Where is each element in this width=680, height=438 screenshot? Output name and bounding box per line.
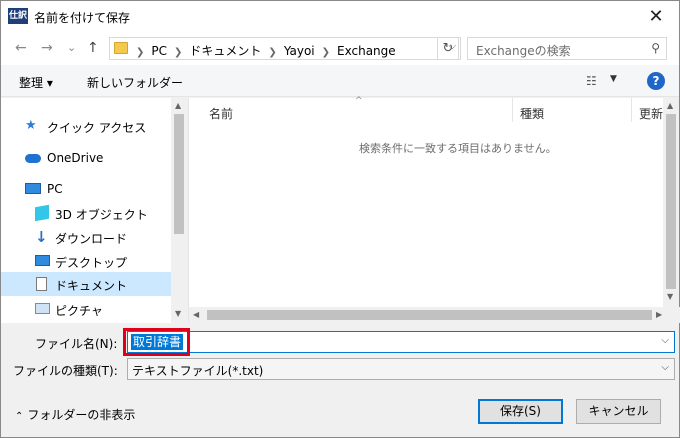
desktop-icon (35, 255, 50, 266)
app-icon: 仕訳 (8, 8, 28, 24)
breadcrumb-exchange[interactable]: Exchange (337, 44, 396, 58)
column-divider[interactable] (631, 98, 632, 122)
file-list-horizontal-scrollbar[interactable]: ◀ ▶ (189, 307, 680, 323)
file-list: ^ 名前 種類 更新 検索条件に一致する項目はありません。 ▲ ▼ ◀ ▶ (188, 96, 680, 323)
chevron-right-icon: ❯ (268, 47, 277, 58)
file-list-vertical-scrollbar[interactable]: ▲ ▼ (663, 98, 679, 307)
sidebar-item-pc[interactable]: PC (1, 177, 171, 201)
sidebar-item-desktop[interactable]: デスクトップ (1, 249, 171, 273)
document-icon (36, 277, 47, 291)
annotation-highlight-box (123, 328, 190, 356)
save-button[interactable]: 保存(S) (478, 399, 563, 424)
sidebar-item-3d-objects[interactable]: 3D オブジェクト (1, 201, 171, 225)
search-box[interactable]: Exchangeの検索 ⚲ (467, 37, 667, 60)
sidebar-item-documents[interactable]: ドキュメント (1, 272, 171, 296)
sidebar-item-label: 3D オブジェクト (55, 208, 148, 222)
sidebar-item-label: デスクトップ (55, 256, 128, 270)
pc-icon (25, 183, 41, 194)
filename-label: ファイル名(N): (35, 337, 118, 351)
close-button[interactable]: ✕ (633, 1, 679, 32)
navigation-bar: ← → ⌄ ↑ ❯ PC ❯ ドキュメント ❯ Yayoi ❯ Exchange ⌵ ↻ Ex… (1, 32, 679, 65)
up-button[interactable]: ↑ (87, 40, 99, 56)
breadcrumb-yayoi[interactable]: Yayoi (284, 44, 315, 58)
sidebar-item-label: ダウンロード (55, 232, 128, 246)
filetype-select[interactable]: テキストファイル(*.txt) ⌵ (127, 358, 675, 380)
new-folder-button[interactable]: 新しいフォルダー (87, 74, 183, 91)
search-icon: ⚲ (651, 41, 660, 55)
sidebar-item-label: PC (47, 182, 63, 196)
sidebar-item-downloads[interactable]: ↓ ダウンロード (1, 225, 171, 249)
sidebar-item-label: ピクチャ (55, 304, 103, 318)
cube-icon (35, 204, 49, 222)
search-input[interactable]: Exchangeの検索 (476, 42, 571, 59)
chevron-right-icon: ❯ (321, 47, 331, 58)
scroll-up-icon[interactable]: ▲ (175, 101, 181, 110)
refresh-button[interactable]: ↻ (437, 37, 459, 60)
breadcrumb-documents[interactable]: ドキュメント (189, 44, 261, 58)
sidebar-item-label: OneDrive (47, 151, 104, 165)
filename-field[interactable]: 取引辞書 ⌵ (127, 331, 675, 353)
view-dropdown-icon[interactable]: ▼ (610, 74, 617, 84)
breadcrumb-pc[interactable]: PC (151, 44, 167, 58)
scroll-down-icon[interactable]: ▼ (667, 292, 673, 301)
navigation-scrollbar[interactable]: ▲ ▼ (171, 98, 187, 323)
cloud-icon (25, 154, 41, 163)
cancel-button[interactable]: キャンセル (576, 399, 661, 424)
save-as-dialog: 仕訳 名前を付けて保存 ✕ ← → ⌄ ↑ ❯ PC ❯ ドキュメント ❯ Yayoi ❯ E… (0, 0, 680, 438)
star-icon: ★ (25, 118, 37, 133)
address-bar[interactable]: ❯ PC ❯ ドキュメント ❯ Yayoi ❯ Exchange ⌵ (109, 37, 461, 60)
download-icon: ↓ (35, 228, 48, 246)
sidebar-item-onedrive[interactable]: OneDrive (1, 146, 171, 170)
chevron-down-icon[interactable]: ⌵ (661, 362, 669, 373)
sidebar-item-label: クイック アクセス (47, 121, 147, 135)
forward-button[interactable]: → (41, 40, 53, 56)
scrollbar-thumb[interactable] (174, 114, 184, 234)
help-icon[interactable]: ? (647, 72, 665, 90)
scrollbar-thumb[interactable] (207, 310, 652, 320)
scroll-down-icon[interactable]: ▼ (175, 309, 181, 318)
sidebar-item-pictures[interactable]: ピクチャ (1, 297, 171, 321)
dialog-title: 名前を付けて保存 (34, 11, 131, 25)
chevron-right-icon: ❯ (174, 47, 183, 58)
title-bar: 仕訳 名前を付けて保存 ✕ (1, 1, 679, 32)
navigation-pane: ★ クイック アクセス OneDrive PC 3D オブジェクト ↓ ダウンロ… (1, 98, 187, 323)
recent-locations-button[interactable]: ⌄ (67, 41, 76, 54)
hide-folders-toggle[interactable]: ⌃ フォルダーの非表示 (15, 406, 135, 423)
scroll-left-icon[interactable]: ◀ (193, 310, 199, 319)
back-button[interactable]: ← (15, 40, 27, 56)
chevron-down-icon[interactable]: ⌵ (661, 335, 669, 346)
hide-folders-label: フォルダーの非表示 (27, 408, 136, 422)
scrollbar-thumb[interactable] (666, 114, 676, 289)
filetype-label: ファイルの種類(T): (13, 364, 118, 378)
organize-menu[interactable]: 整理 ▾ (19, 74, 53, 91)
chevron-up-icon: ⌃ (15, 411, 24, 422)
breadcrumb: ❯ PC ❯ ドキュメント ❯ Yayoi ❯ Exchange (136, 42, 396, 59)
filetype-value: テキストファイル(*.txt) (132, 364, 264, 378)
column-divider[interactable] (512, 98, 513, 122)
empty-message: 検索条件に一致する項目はありません。 (359, 142, 557, 155)
scroll-right-icon[interactable]: ▶ (656, 310, 662, 319)
command-toolbar: 整理 ▾ 新しいフォルダー ☷ ▼ ? (1, 65, 679, 97)
chevron-right-icon: ❯ (136, 47, 145, 58)
scroll-up-icon[interactable]: ▲ (667, 101, 673, 110)
sidebar-item-quick-access[interactable]: ★ クイック アクセス (1, 114, 171, 138)
view-options-icon[interactable]: ☷ (586, 74, 597, 88)
sidebar-item-label: ドキュメント (55, 279, 128, 293)
column-header-type[interactable]: 種類 (520, 105, 544, 122)
column-header-modified[interactable]: 更新 (639, 105, 663, 122)
picture-icon (35, 303, 50, 314)
sort-caret-icon: ^ (355, 96, 363, 106)
column-header-name[interactable]: 名前 (209, 105, 233, 122)
folder-icon (114, 42, 128, 54)
